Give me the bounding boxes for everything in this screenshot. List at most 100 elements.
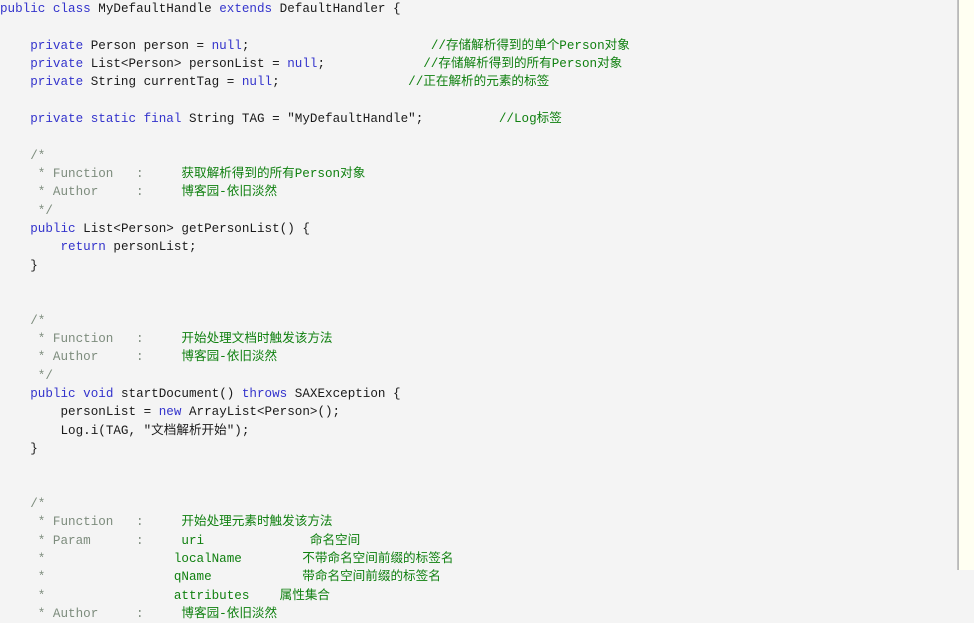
code-line: public void startDocument() throws SAXEx… — [0, 385, 957, 403]
code-line: */ — [0, 202, 957, 220]
code-token-kw: public — [30, 221, 76, 236]
code-block[interactable]: public class MyDefaultHandle extends Def… — [0, 0, 957, 621]
code-line: return personList; — [0, 238, 957, 256]
code-token-cm: /* — [30, 313, 46, 328]
code-token-kw: static — [90, 111, 137, 126]
code-token-kw: return — [60, 240, 106, 255]
code-token-cn: uri 命名空间 — [166, 533, 361, 548]
code-token-cm: * Function : — [30, 515, 167, 530]
code-line: * localName 不带命名空间前缀的标签名 — [0, 550, 957, 568]
code-line: * Param : uri 命名空间 — [0, 532, 957, 550]
code-token-cn: 标签 — [536, 111, 562, 126]
code-line: /* — [0, 495, 957, 513]
code-token-kw: private — [30, 56, 84, 71]
code-token-kw: private — [30, 38, 84, 53]
code-token-cm: * Author : — [30, 350, 167, 365]
code-token-kw: private — [30, 111, 84, 126]
code-token-cm: * Param : — [30, 533, 167, 548]
code-token-cm: */ — [30, 368, 53, 383]
code-token-pl: ; — [317, 56, 325, 71]
code-token-kw: void — [83, 386, 114, 401]
code-token-cm: * Author : — [30, 606, 167, 621]
code-line: * qName 带命名空间前缀的标签名 — [0, 568, 957, 586]
code-token-kw: extends — [219, 2, 273, 16]
code-token-cm: * — [30, 570, 159, 585]
code-token-pl: startDocument() — [113, 386, 242, 401]
code-line: */ — [0, 367, 957, 385]
code-line: * Function : 获取解析得到的所有Person对象 — [0, 165, 957, 183]
code-token-cn: // — [423, 56, 439, 71]
code-token-kw: final — [143, 111, 182, 126]
code-token-cm: * Function : — [30, 331, 167, 346]
code-token-pl: personList = — [60, 405, 159, 420]
code-token-cn: attributes 属性集合 — [158, 588, 331, 603]
right-gutter-strip — [958, 0, 974, 570]
code-token-cn: // — [408, 75, 424, 90]
code-token-pl: MyDefaultHandle — [90, 2, 220, 16]
code-line: * Function : 开始处理文档时触发该方法 — [0, 330, 957, 348]
code-token-pl: ; — [272, 75, 280, 90]
code-token-cm: * — [30, 551, 159, 566]
code-token-kw: public — [0, 2, 46, 16]
code-token-cn: Person — [551, 56, 598, 71]
code-token-kw: public — [30, 386, 76, 401]
code-line: } — [0, 440, 957, 458]
code-token-pl: } — [30, 441, 38, 456]
code-token-cn: 存储解析得到的单个 — [445, 38, 560, 53]
code-token-kw: class — [52, 2, 91, 16]
code-token-cm: /* — [30, 496, 46, 511]
code-line: Log.i(TAG, "文档解析开始"); — [0, 422, 957, 440]
code-token-pl: personList; — [105, 240, 197, 255]
code-token-cn: 对象 — [597, 56, 623, 71]
code-token-cm: * Function : — [30, 166, 167, 181]
code-token-cm: * Author : — [30, 185, 167, 200]
code-token-kw: private — [30, 75, 84, 90]
code-token-cn: 获取解析得到的所有 — [166, 166, 295, 181]
code-line: * Author : 博客园-依旧淡然 — [0, 605, 957, 623]
code-token-cn: qName 带命名空间前缀的标签名 — [158, 570, 441, 585]
code-token-pl: String TAG = "MyDefaultHandle"; — [181, 111, 424, 126]
code-line: /* — [0, 147, 957, 165]
code-token-cn: // — [430, 38, 446, 53]
code-line: * Function : 开始处理元素时触发该方法 — [0, 513, 957, 531]
code-token-cn: 对象 — [604, 38, 630, 53]
code-line: private List<Person> personList = null; … — [0, 55, 957, 73]
code-token-pl: SAXException { — [287, 386, 401, 401]
code-token-cn: Person — [559, 38, 605, 53]
code-token-kw: null — [241, 75, 273, 90]
code-token-cn: 存储解析得到的所有 — [438, 56, 552, 71]
code-token-pl: List<Person> personList = — [83, 56, 288, 71]
code-line: private Person person = null; //存储解析得到的单… — [0, 37, 957, 55]
code-token-cn: 博客园-依旧淡然 — [166, 350, 278, 365]
